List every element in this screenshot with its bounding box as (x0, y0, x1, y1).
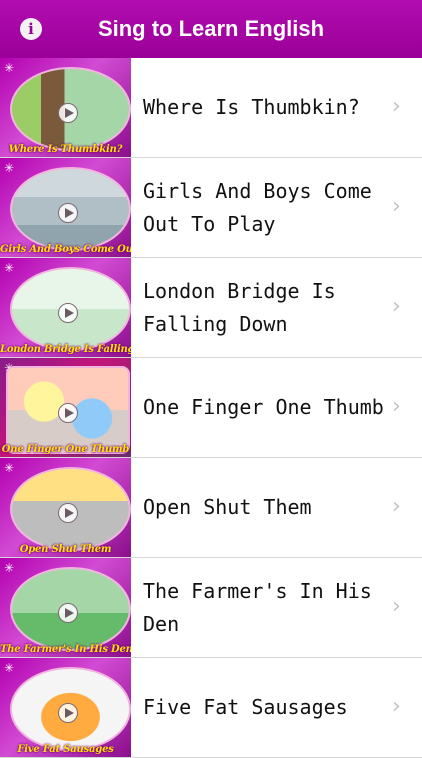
play-icon (58, 203, 78, 223)
list-item[interactable]: ✳ Where Is Thumbkin? Where Is Thumbkin? (0, 58, 422, 158)
chevron-right-icon (392, 298, 404, 316)
song-thumbnail: ✳ One Finger One Thumb (0, 358, 131, 457)
play-icon (58, 603, 78, 623)
list-item[interactable]: ✳ Girls And Boys Come Out To Play Girls … (0, 158, 422, 258)
chevron-right-icon (392, 398, 404, 416)
song-title: Girls And Boys Come Out To Play (143, 178, 372, 236)
play-icon (58, 703, 78, 723)
song-title: Where Is Thumbkin? (143, 95, 360, 119)
song-thumbnail: ✳ The Farmer's In His Den (0, 558, 131, 657)
thumbnail-caption: Where Is Thumbkin? (8, 144, 123, 155)
chevron-right-icon (392, 198, 404, 216)
list-item[interactable]: ✳ London Bridge Is Falling Down London B… (0, 258, 422, 358)
play-icon (58, 503, 78, 523)
song-title: London Bridge Is Falling Down (143, 278, 336, 336)
song-thumbnail: ✳ Open Shut Them (0, 458, 131, 557)
chevron-right-icon (392, 498, 404, 516)
song-title: Five Fat Sausages (143, 695, 348, 719)
app-title: Sing to Learn English (97, 16, 325, 41)
list-item[interactable]: ✳ Five Fat Sausages Five Fat Sausages (0, 658, 422, 758)
list-item[interactable]: ✳ One Finger One Thumb One Finger One Th… (0, 358, 422, 458)
thumbnail-caption: Girls And Boys Come Out To Play (0, 244, 131, 255)
chevron-right-icon (392, 698, 404, 716)
info-icon[interactable]: i (20, 18, 42, 40)
thumbnail-caption: The Farmer's In His Den (0, 644, 131, 655)
play-icon (58, 303, 78, 323)
song-title: One Finger One Thumb (143, 395, 384, 419)
song-thumbnail: ✳ Girls And Boys Come Out To Play (0, 158, 131, 257)
chevron-right-icon (392, 598, 404, 616)
thumbnail-caption: Open Shut Them (19, 544, 112, 555)
list-item[interactable]: ✳ The Farmer's In His Den The Farmer's I… (0, 558, 422, 658)
song-title: Open Shut Them (143, 495, 312, 519)
song-list: ✳ Where Is Thumbkin? Where Is Thumbkin? … (0, 58, 422, 758)
song-thumbnail: ✳ Five Fat Sausages (0, 658, 131, 757)
song-thumbnail: ✳ London Bridge Is Falling Down (0, 258, 131, 357)
thumbnail-caption: London Bridge Is Falling Down (0, 344, 131, 355)
chevron-right-icon (392, 98, 404, 116)
list-item[interactable]: ✳ Open Shut Them Open Shut Them (0, 458, 422, 558)
song-thumbnail: ✳ Where Is Thumbkin? (0, 58, 131, 157)
navigation-bar: i Sing to Learn English (0, 0, 422, 58)
song-title: The Farmer's In His Den (143, 578, 372, 636)
play-icon (58, 403, 78, 423)
thumbnail-caption: One Finger One Thumb (1, 444, 130, 455)
play-icon (58, 103, 78, 123)
